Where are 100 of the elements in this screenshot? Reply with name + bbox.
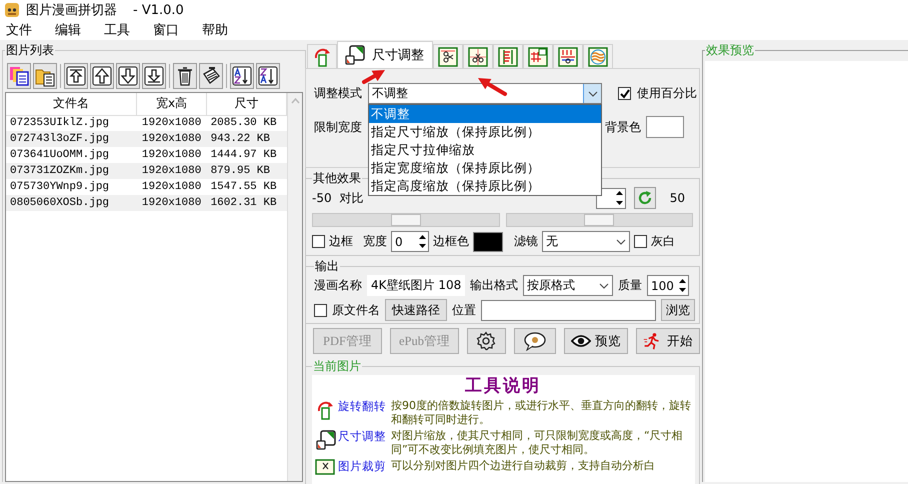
tool-description: 按90度的倍数旋转图片，或进行水平、垂直方向的翻转，旋转和翻转可同时进行。: [391, 399, 691, 427]
field-label: 位置: [452, 302, 476, 318]
action-button[interactable]: [466, 328, 506, 354]
speech-bubble-icon: [522, 331, 547, 351]
eye-icon: [571, 334, 592, 348]
sort-descending-icon: [258, 66, 278, 86]
reset-button[interactable]: [634, 187, 656, 209]
column-header[interactable]: 宽x高: [136, 93, 207, 115]
toolbar-button[interactable]: [173, 63, 197, 89]
field-label: 质量: [618, 277, 642, 294]
sort-ascending-icon: [232, 66, 252, 86]
ruler-icon: [498, 46, 518, 66]
tool-name: 旋转翻转: [338, 399, 387, 413]
grid-icon: [558, 46, 578, 66]
checkbox[interactable]: [634, 235, 647, 248]
field-label: 限制宽度: [314, 118, 362, 136]
dropdown-option[interactable]: 不调整: [369, 105, 601, 123]
slider-thumb[interactable]: [584, 214, 614, 226]
table-cell: 1920x1080: [136, 163, 207, 179]
group-title: 当前图片: [312, 358, 362, 375]
spin-field[interactable]: [596, 188, 626, 208]
toolbar-button[interactable]: [230, 63, 254, 89]
table-cell: 072743l3oZF.jpg: [6, 131, 137, 147]
toolbar-button[interactable]: [142, 63, 166, 89]
scissors-icon: [438, 46, 458, 66]
field-label: 调整模式: [314, 85, 362, 102]
table-cell: 1920x1080: [136, 147, 207, 163]
filter-dropdown[interactable]: 无: [542, 231, 630, 252]
browse-button[interactable]: 浏览: [661, 299, 695, 321]
toolbar-button[interactable]: [116, 63, 140, 89]
table-cell: 1920x1080: [136, 195, 207, 211]
split-icon: [528, 46, 548, 66]
group-title: 其他效果: [312, 170, 362, 187]
tool-description: 可以分别对图片四个边进行自动裁剪，支持自动分析白: [391, 459, 656, 473]
menu-item[interactable]: 工具: [104, 21, 130, 39]
dropdown-option[interactable]: 指定尺寸缩放（保持原比例）: [369, 123, 601, 141]
slider-thumb[interactable]: [390, 214, 421, 226]
dropdown-option[interactable]: 指定宽度缩放（保持原比例）: [369, 159, 601, 177]
checkbox[interactable]: [618, 87, 631, 100]
toolbar-button[interactable]: [256, 63, 280, 89]
checkbox[interactable]: [314, 304, 327, 316]
toolbar-button[interactable]: [90, 63, 114, 89]
menu-item[interactable]: 编辑: [55, 21, 81, 39]
dropdown-option[interactable]: 指定尺寸拉伸缩放: [369, 141, 601, 159]
spin-arrows-icon[interactable]: [614, 188, 625, 208]
action-button[interactable]: 开始: [636, 328, 700, 354]
location-field[interactable]: [481, 300, 656, 320]
tab[interactable]: [433, 44, 463, 68]
width-spin-field[interactable]: 0: [391, 231, 429, 252]
format-dropdown[interactable]: 按原格式: [523, 275, 613, 296]
table-cell: 1444.97 KB: [206, 147, 286, 163]
column-header[interactable]: 尺寸: [206, 93, 286, 115]
comic-name-field[interactable]: 4K壁纸图片 108: [367, 275, 465, 296]
color-swatch[interactable]: [646, 116, 684, 138]
table-cell: 072353UIklZ.jpg: [6, 115, 137, 131]
dropdown-option[interactable]: 指定高度缩放（保持原比例）: [369, 177, 601, 195]
toolbar-button[interactable]: [33, 63, 57, 89]
tab[interactable]: [553, 44, 583, 68]
arrow-up-icon: [92, 66, 112, 86]
version-label: - V1.0.0: [133, 2, 184, 18]
action-button[interactable]: 预览: [564, 328, 628, 354]
field-label: 漫画名称: [314, 277, 362, 294]
checkbox[interactable]: [312, 235, 325, 248]
refresh-icon: [636, 190, 653, 206]
dropdown-caret-icon[interactable]: [599, 282, 609, 288]
tab[interactable]: [463, 44, 493, 68]
resize-mode-dropdown[interactable]: 不调整: [368, 83, 602, 104]
annotation-arrow: [362, 70, 385, 84]
quality-spin-field[interactable]: 100: [647, 275, 689, 296]
column-header[interactable]: 文件名: [6, 93, 137, 115]
dropdown-caret-icon[interactable]: [588, 90, 598, 96]
range-max-label: 50: [670, 191, 685, 205]
tab[interactable]: 尺寸调整: [337, 41, 433, 68]
table-cell: 2085.30 KB: [206, 115, 286, 131]
move-bottom-icon: [144, 66, 164, 86]
color-swatch[interactable]: [473, 232, 503, 252]
action-button[interactable]: [514, 328, 556, 354]
scrollbar[interactable]: [287, 93, 302, 481]
annotation-arrow: [478, 78, 507, 96]
dropdown-caret-icon[interactable]: [616, 238, 626, 244]
table-cell: 075730YWnp9.jpg: [6, 179, 137, 195]
field-label: 输出格式: [470, 277, 518, 294]
toolbar-button[interactable]: [64, 63, 88, 89]
table-cell: 073641UoOMM.jpg: [6, 147, 137, 163]
toolbar-button[interactable]: [7, 63, 31, 89]
tool-name: 图片裁剪: [338, 459, 387, 473]
tool-name: 尺寸调整: [338, 429, 387, 443]
menu-item[interactable]: 窗口: [153, 21, 179, 39]
trash-icon: [176, 66, 194, 86]
settings-icon: [476, 331, 496, 351]
quick-path-button[interactable]: 快速路径: [385, 299, 447, 321]
field-label: 背景色: [605, 118, 641, 136]
menu-item[interactable]: 帮助: [202, 21, 228, 39]
group-title: 输出: [314, 258, 340, 275]
checkbox-label: 边框: [329, 233, 353, 250]
toolbar-button[interactable]: [199, 63, 223, 89]
copy-icon: [8, 65, 30, 87]
menu-item[interactable]: 文件: [6, 21, 32, 39]
range-min-label: -50: [312, 191, 332, 205]
wave-icon: [588, 46, 608, 66]
